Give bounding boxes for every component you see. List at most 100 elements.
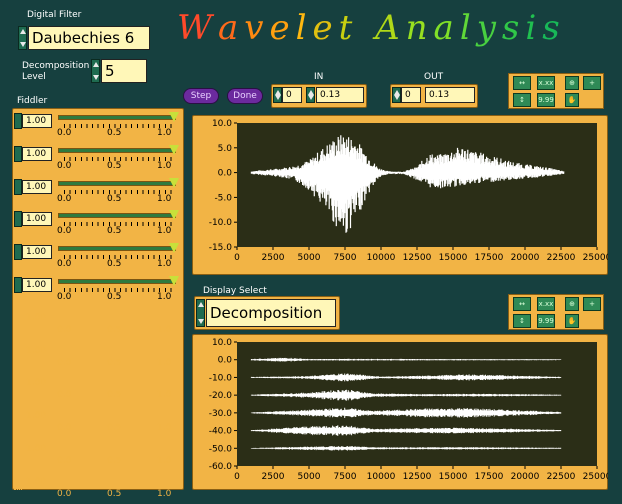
slider-spinner[interactable] — [14, 277, 22, 293]
slider-fill — [59, 181, 175, 185]
slider-tick-label: 0.0 — [57, 128, 72, 138]
slider-track[interactable] — [58, 210, 179, 221]
slider-tick-label: 0.5 — [107, 488, 122, 499]
in-index-input[interactable]: 0 — [282, 87, 302, 103]
display-select-label: Display Select — [203, 286, 267, 296]
slider-value-input[interactable]: 1.00 — [22, 278, 52, 292]
decomposition-label-line1: Decomposition — [22, 61, 90, 71]
in-value-input[interactable]: 0.13 — [316, 87, 364, 103]
in-value-spinner[interactable] — [306, 87, 315, 103]
graph-palette-top: ↔ x.xx ⊕ + ↕ 9.99 ✋ — [508, 73, 604, 109]
fiddler-slider[interactable]: 1.00 0.0 0.5 1.0 — [14, 210, 182, 241]
title-letter: a — [217, 8, 245, 48]
slider-spinner — [14, 473, 22, 490]
slider-tick-label: 0.5 — [107, 128, 122, 138]
slider-thumb[interactable] — [169, 112, 179, 122]
x-tick-label: 7500 — [334, 472, 357, 482]
slider-thumb[interactable] — [169, 210, 179, 221]
slider-thumb[interactable] — [169, 177, 179, 188]
x-tick-label: 22500 — [547, 253, 576, 263]
digital-filter-spinner[interactable] — [18, 26, 27, 50]
y-tick-label: 5.0 — [218, 144, 233, 154]
slider-thumb[interactable] — [169, 243, 179, 254]
y-tick-label: -10.0 — [209, 373, 233, 383]
slider-value-input[interactable]: 1.00 — [22, 146, 52, 161]
y-autoscale-button[interactable]: ↕ — [513, 314, 531, 328]
slider-spinner[interactable] — [14, 211, 22, 228]
slider-thumb — [169, 341, 179, 352]
slider-tick-label: 0.0 — [57, 357, 72, 368]
slider-spinner — [14, 441, 22, 457]
y-tick-label: -60.0 — [209, 462, 233, 472]
slider-spinner[interactable] — [14, 145, 22, 162]
display-select-input[interactable]: Decomposition — [206, 299, 336, 327]
y-autoscale-button[interactable]: ↕ — [513, 93, 531, 107]
signal-graph[interactable]: 0 2500 5000 7500 10000 12500 15000 17500 20000 22… — [192, 115, 608, 275]
slider-value-input[interactable]: 1.00 — [22, 245, 52, 260]
x-tick-label: 25000 — [583, 472, 608, 482]
decomposition-label-line2: Level — [22, 72, 46, 82]
x-tick-label: 22500 — [547, 472, 576, 482]
slider-tick-label: 0.0 — [57, 324, 72, 335]
display-select-spinner[interactable] — [196, 299, 205, 327]
slider-spinner — [14, 375, 22, 392]
in-label: IN — [314, 72, 324, 82]
slider-tick-label: 0.5 — [107, 193, 122, 204]
title-letter: i — [525, 8, 543, 48]
pan-hand-icon[interactable]: ✋ — [565, 93, 579, 107]
decomposition-level-input[interactable]: 5 — [101, 59, 147, 83]
fiddler-slider[interactable]: 1.00 0.0 0.5 1.0 — [14, 144, 182, 176]
x-tick-label: 15000 — [439, 472, 468, 482]
x-format-button[interactable]: x.xx — [537, 297, 555, 311]
slider-track[interactable] — [58, 276, 179, 286]
slider-value-input[interactable]: 1.00 — [22, 179, 52, 194]
slider-thumb — [169, 472, 179, 483]
y-tick-label: -15.0 — [209, 243, 233, 253]
out-value-display: 0.13 — [425, 87, 475, 103]
zoom-icon[interactable]: ⊕ — [565, 76, 579, 90]
slider-track[interactable] — [58, 243, 179, 254]
crosshair-icon[interactable]: + — [583, 76, 601, 90]
x-tick-label: 5000 — [298, 253, 321, 263]
slider-spinner[interactable] — [14, 244, 22, 261]
y-format-button[interactable]: 9.99 — [537, 93, 555, 107]
title-letter: l — [295, 8, 313, 48]
slider-value-input[interactable]: 1.00 — [22, 212, 52, 227]
zoom-icon[interactable]: ⊕ — [565, 297, 579, 311]
slider-tick-label: 0.5 — [107, 357, 122, 368]
pan-hand-icon[interactable]: ✋ — [565, 314, 579, 328]
slider-tick-label: 1.0 — [157, 324, 172, 335]
slider-spinner[interactable] — [14, 113, 22, 129]
decomposition-level-spinner[interactable] — [91, 59, 100, 83]
slider-tick-label: 0.5 — [107, 160, 122, 171]
fiddler-slider: 1.00 0.0 0.5 1.0 — [14, 374, 182, 405]
slider-value-input[interactable]: 1.00 — [22, 114, 52, 128]
y-format-button[interactable]: 9.99 — [537, 314, 555, 328]
x-autoscale-button[interactable]: ↔ — [513, 297, 531, 311]
crosshair-icon[interactable]: + — [583, 297, 601, 311]
fiddler-slider[interactable]: 1.00 0.0 0.5 1.0 — [14, 243, 182, 274]
slider-track[interactable] — [58, 112, 179, 122]
slider-track[interactable] — [58, 144, 179, 155]
in-index-spinner[interactable] — [273, 87, 282, 103]
decomposition-graph[interactable]: 0 2500 5000 7500 10000 12500 15000 17500 20000 22… — [192, 334, 608, 490]
x-tick-label: 7500 — [334, 253, 357, 263]
x-autoscale-button[interactable]: ↔ — [513, 76, 531, 90]
fiddler-slider[interactable]: 1.00 0.0 0.5 1.0 — [14, 112, 182, 143]
fiddler-label: Fiddler — [17, 96, 48, 106]
slider-spinner[interactable] — [14, 178, 22, 195]
fiddler-slider[interactable]: 1.00 0.0 0.5 1.0 — [14, 177, 182, 209]
slider-tick-label: 0.5 — [107, 292, 122, 302]
slider-tick-label: 0.0 — [57, 292, 72, 302]
y-tick-label: -5.0 — [214, 193, 232, 203]
slider-track[interactable] — [58, 177, 179, 188]
step-button[interactable]: Step — [183, 88, 219, 104]
slider-thumb[interactable] — [169, 276, 179, 286]
fiddler-slider[interactable]: 1.00 0.0 0.5 1.0 — [14, 276, 182, 307]
slider-thumb[interactable] — [169, 144, 179, 155]
x-tick-label: 20000 — [511, 253, 540, 263]
slider-value-input: 1.00 — [22, 442, 52, 456]
x-format-button[interactable]: x.xx — [537, 76, 555, 90]
digital-filter-select[interactable]: Daubechies 6 — [28, 26, 150, 50]
done-button[interactable]: Done — [227, 88, 263, 104]
